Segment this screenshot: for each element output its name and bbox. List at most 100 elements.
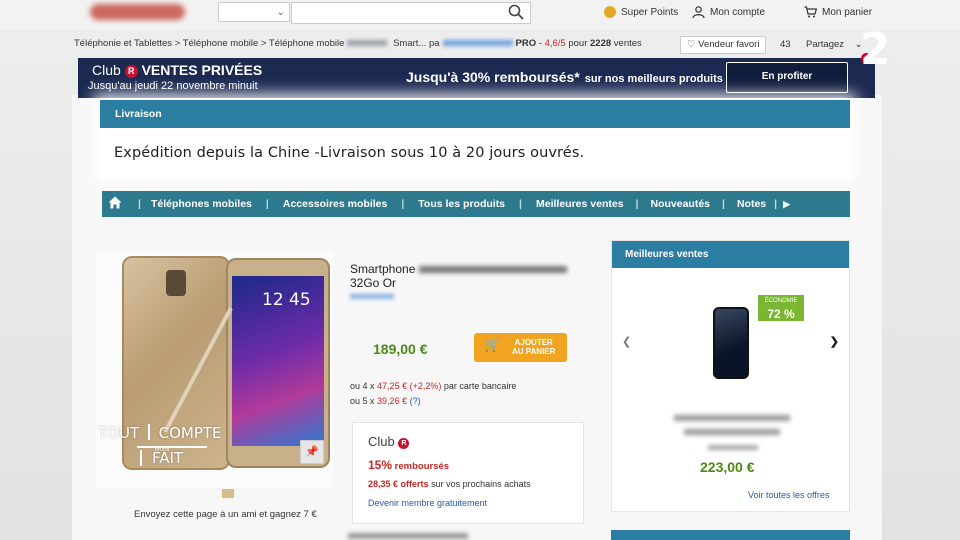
chevron-down-icon: ⌄ <box>276 7 285 18</box>
add-to-cart-label-2: AU PANIER <box>512 347 556 356</box>
search-icon[interactable] <box>508 4 524 20</box>
nav-item-best-sellers[interactable]: Meilleures ventes <box>536 198 624 210</box>
product-price: 189,00 € <box>373 341 428 357</box>
nav-item-phones[interactable]: Téléphones mobiles <box>151 198 252 210</box>
installment-5x-amount: 39,26 € <box>377 396 408 406</box>
banner-title: VENTES PRIVÉES <box>141 62 263 78</box>
product-seller-link[interactable] <box>350 294 394 299</box>
nav-item-all-products[interactable]: Tous les produits <box>418 198 505 210</box>
installment-4x-extra: (+2,2%) <box>409 381 442 391</box>
page: ⌄ Super Points Mon compte Mon panier Tél… <box>0 0 960 540</box>
delivery-text: Expédition depuis la Chine -Livraison so… <box>114 145 585 161</box>
club-logo: Club R VENTES PRIVÉES <box>92 62 262 78</box>
account-link[interactable]: Mon compte <box>692 6 765 18</box>
account-label: Mon compte <box>710 6 766 18</box>
banner-promo: Jusqu'à 30% remboursés* sur nos meilleurs… <box>406 69 723 85</box>
product-title-line1: Smartphone <box>350 262 416 276</box>
share-button[interactable]: Partagez ⌄ <box>806 36 863 54</box>
banner-cta-button[interactable]: En profiter <box>726 62 848 93</box>
breadcrumb-path[interactable]: Téléphonie et Tablettes > Téléphone mobi… <box>74 38 344 49</box>
show-logo-word2: COMPTE <box>158 424 222 442</box>
breadcrumb: Téléphonie et Tablettes > Téléphone mobi… <box>74 38 642 49</box>
discount-badge-label: ÉCONOMIE <box>764 298 798 304</box>
club-join-link[interactable]: Devenir membre gratuitement <box>368 498 487 508</box>
club-r-icon: R <box>398 438 410 449</box>
club-logo: Club R <box>368 434 410 449</box>
delivery-heading: Livraison <box>100 100 850 128</box>
chevron-right-icon[interactable]: ▶ <box>783 199 790 210</box>
share-label: Partagez <box>806 39 845 50</box>
nav-item-accessories[interactable]: Accessoires mobiles <box>283 198 387 210</box>
discount-badge-value: 72 % <box>767 307 795 321</box>
super-points-icon <box>604 6 616 18</box>
best-seller-product-image[interactable] <box>713 307 749 379</box>
club-refund-label: remboursés <box>394 461 450 472</box>
club-offered-amount: 28,35 € <box>368 479 399 489</box>
installment-4x-post: par carte bancaire <box>443 381 517 391</box>
channel-logo: 2 <box>860 24 891 75</box>
club-logo-text: Club <box>92 62 121 78</box>
club-offer-box: Club R 15% remboursés 28,35 € offerts su… <box>352 422 584 524</box>
favorite-label: Vendeur favori <box>698 39 760 50</box>
image-thumbnail[interactable] <box>222 489 234 498</box>
add-to-cart-label-1: AJOUTER <box>514 338 553 347</box>
installment-5x-info[interactable]: (?) <box>410 396 421 406</box>
category-select[interactable]: ⌄ <box>218 2 290 22</box>
show-logo-word3: FAIT <box>152 449 184 467</box>
favorite-count: 43 <box>780 39 791 50</box>
cart-link[interactable]: Mon panier <box>804 6 872 18</box>
search-input[interactable] <box>291 2 531 24</box>
super-points-link[interactable]: Super Points <box>604 6 678 18</box>
chevron-right-icon[interactable]: ❯ <box>830 335 839 348</box>
club-offered: 28,35 € offerts sur vos prochains achats <box>368 479 531 489</box>
nav-item-notes[interactable]: Notes <box>737 198 766 210</box>
rating-text-post: ventes <box>613 38 642 49</box>
chevron-left-icon[interactable]: ❮ <box>622 335 631 348</box>
show-logo-word1: TOUT <box>98 424 140 442</box>
favorite-seller-button[interactable]: ♡ Vendeur favori <box>680 36 767 54</box>
best-seller-price: 223,00 € <box>700 459 755 475</box>
nav-item-new[interactable]: Nouveautés <box>650 198 710 210</box>
installment-5x: ou 5 x 39,26 € (?) <box>350 396 421 406</box>
private-sales-banner[interactable]: Club R VENTES PRIVÉES Jusqu'au jeudi 22 … <box>78 58 875 98</box>
installment-4x-pre: ou 4 x <box>350 381 375 391</box>
banner-promo-suffix: sur nos meilleurs produits <box>584 73 723 85</box>
banner-promo-main: Jusqu'à 30% remboursés* <box>406 69 580 85</box>
installment-4x-amount: 47,25 € <box>377 381 408 391</box>
add-to-cart-button[interactable]: 🛒 AJOUTER AU PANIER <box>474 333 567 362</box>
cart-label: Mon panier <box>822 6 873 18</box>
shop-nav: | Téléphones mobiles | Accessoires mobiles… <box>102 191 850 217</box>
installment-4x: ou 4 x 47,25 € (+2,2%) par carte bancair… <box>350 381 516 391</box>
cart-icon: 🛒 <box>484 337 501 352</box>
home-icon[interactable] <box>102 196 128 212</box>
share-friend-text[interactable]: Envoyez cette page à un ami et gagnez 7 … <box>134 509 317 520</box>
club-offered-label: offerts <box>400 479 429 489</box>
cart-icon <box>804 6 817 18</box>
best-sellers-box: Meilleures ventes ❮ ❯ ÉCONOMIE 72 % 223,… <box>611 240 850 512</box>
blurred-text <box>348 533 468 539</box>
seller-rating: 4,6/5 <box>544 38 566 49</box>
club-refund-percent: 15% <box>368 458 393 472</box>
heart-icon: ♡ <box>687 39 696 50</box>
site-logo[interactable] <box>90 4 185 20</box>
rating-count: 2228 <box>590 38 612 49</box>
seller-badge: PRO <box>515 38 537 49</box>
club-r-icon: R <box>124 65 138 78</box>
user-icon <box>692 6 705 18</box>
product-phone-front: 12 45 <box>226 258 330 468</box>
delivery-box: Livraison Expédition depuis la Chine -Li… <box>100 100 850 178</box>
club-box-logo-text: Club <box>368 434 395 449</box>
club-refund: 15% remboursés <box>368 458 449 472</box>
rating-text-pre: pour <box>568 38 588 49</box>
site-header: ⌄ Super Points Mon compte Mon panier <box>0 0 960 30</box>
installment-5x-pre: ou 5 x <box>350 396 375 406</box>
club-offered-suffix: sur vos prochains achats <box>431 479 531 489</box>
discount-badge: ÉCONOMIE 72 % <box>758 295 804 321</box>
pin-icon[interactable]: 📌 <box>300 440 324 464</box>
phone-screen-time: 12 45 <box>262 290 311 310</box>
product-title-line2: 32Go Or <box>350 276 397 290</box>
super-points-label: Super Points <box>621 6 679 18</box>
see-all-offers-link[interactable]: Voir toutes les offres <box>748 490 829 500</box>
show-logo: TOUT COMPTE photo FAIT <box>98 424 222 467</box>
banner-deadline: Jusqu'au jeudi 22 novembre minuit <box>88 80 258 92</box>
